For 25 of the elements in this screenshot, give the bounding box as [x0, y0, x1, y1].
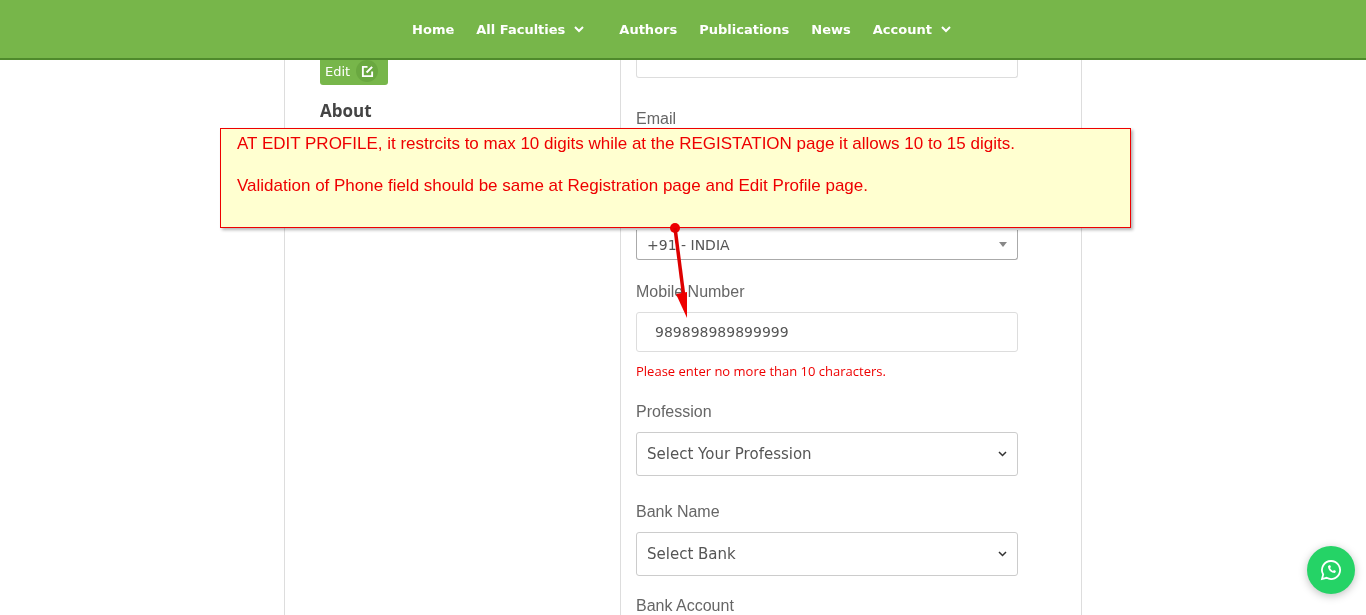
nav-link[interactable]: Account — [863, 15, 961, 43]
chevron-down-icon — [998, 451, 1007, 457]
nav-link[interactable]: Authors — [610, 15, 687, 43]
field-label: Bank Account — [636, 596, 735, 615]
country-select[interactable]: +91 - INDIA — [636, 230, 1018, 260]
bank-select[interactable]: Select Bank — [636, 532, 1018, 576]
nav-link[interactable]: Home — [403, 15, 464, 43]
chevron-down-icon — [998, 551, 1007, 557]
nav-link[interactable]: All Faculties — [467, 15, 595, 43]
chat-button[interactable] — [1307, 546, 1355, 594]
edit-icon — [360, 64, 374, 78]
field-label: Bank Name — [636, 502, 721, 522]
input-field[interactable]: 989898989899999 — [636, 312, 1018, 352]
field-label: Email — [636, 109, 677, 129]
chat-bubble-icon — [1320, 559, 1342, 581]
nav-link[interactable]: News — [802, 15, 860, 43]
input-field[interactable] — [636, 60, 1018, 78]
nav-link[interactable]: Publications — [690, 15, 799, 43]
profession-select[interactable]: Select Your Profession — [636, 432, 1018, 476]
caret-down-icon — [999, 242, 1007, 247]
annotation-text: Validation of Phone field should be same at Registration page and Edit Profile page. — [237, 176, 869, 196]
error-message: Please enter no more than 10 characters. — [636, 362, 887, 380]
annotation-text: AT EDIT PROFILE, it restrcits to max 10 digits while at the REGISTATION page it allows 10 to 15 digits. — [237, 134, 1016, 154]
field-label: Profession — [636, 402, 713, 422]
section-heading: About — [320, 99, 373, 122]
